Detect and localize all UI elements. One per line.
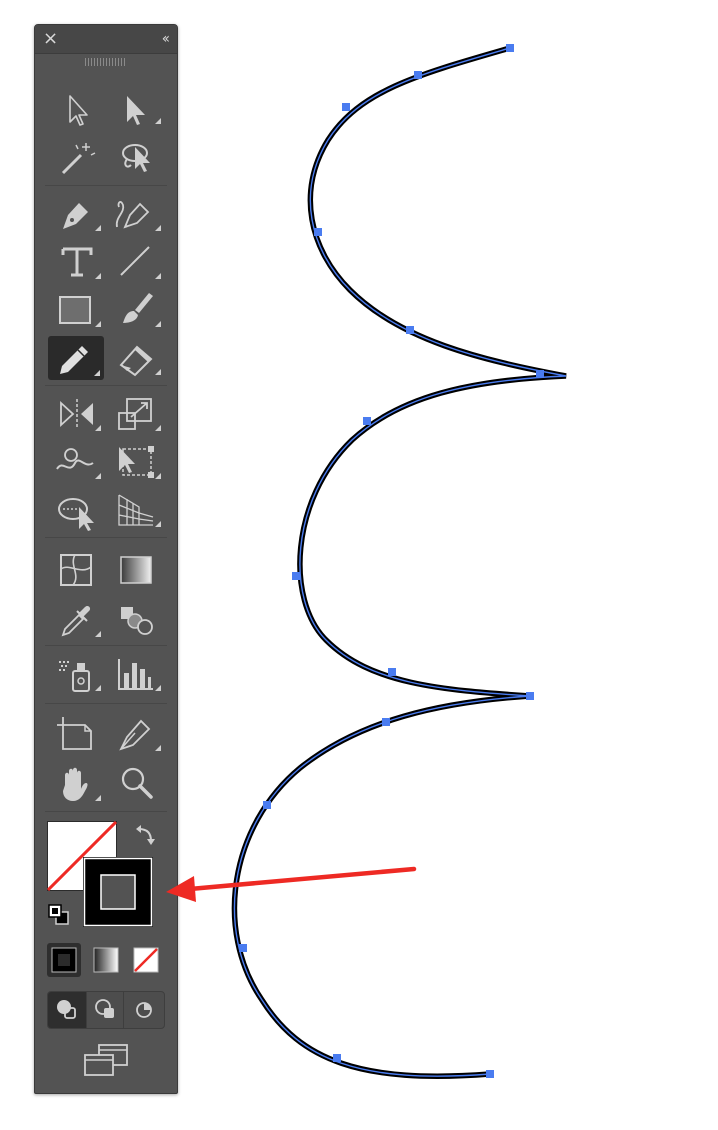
- red-arrow-icon: [166, 866, 417, 902]
- anchor-point[interactable]: [486, 1070, 494, 1078]
- anchor-point[interactable]: [506, 44, 514, 52]
- anchor-point[interactable]: [239, 944, 247, 952]
- anchor-point[interactable]: [263, 801, 271, 809]
- anchor-point[interactable]: [536, 370, 544, 378]
- anchor-point[interactable]: [342, 103, 350, 111]
- artboard-canvas[interactable]: [0, 0, 718, 1130]
- anchor-point[interactable]: [526, 692, 534, 700]
- anchor-point[interactable]: [406, 326, 414, 334]
- anchor-point[interactable]: [333, 1054, 341, 1062]
- anchor-point[interactable]: [382, 718, 390, 726]
- anchor-point[interactable]: [292, 572, 300, 580]
- anchor-points[interactable]: [239, 44, 544, 1078]
- anchor-point[interactable]: [314, 228, 322, 236]
- anchor-point[interactable]: [414, 71, 422, 79]
- pencil-drawn-path[interactable]: [231, 45, 567, 1079]
- anchor-point[interactable]: [388, 668, 396, 676]
- anchor-point[interactable]: [363, 417, 371, 425]
